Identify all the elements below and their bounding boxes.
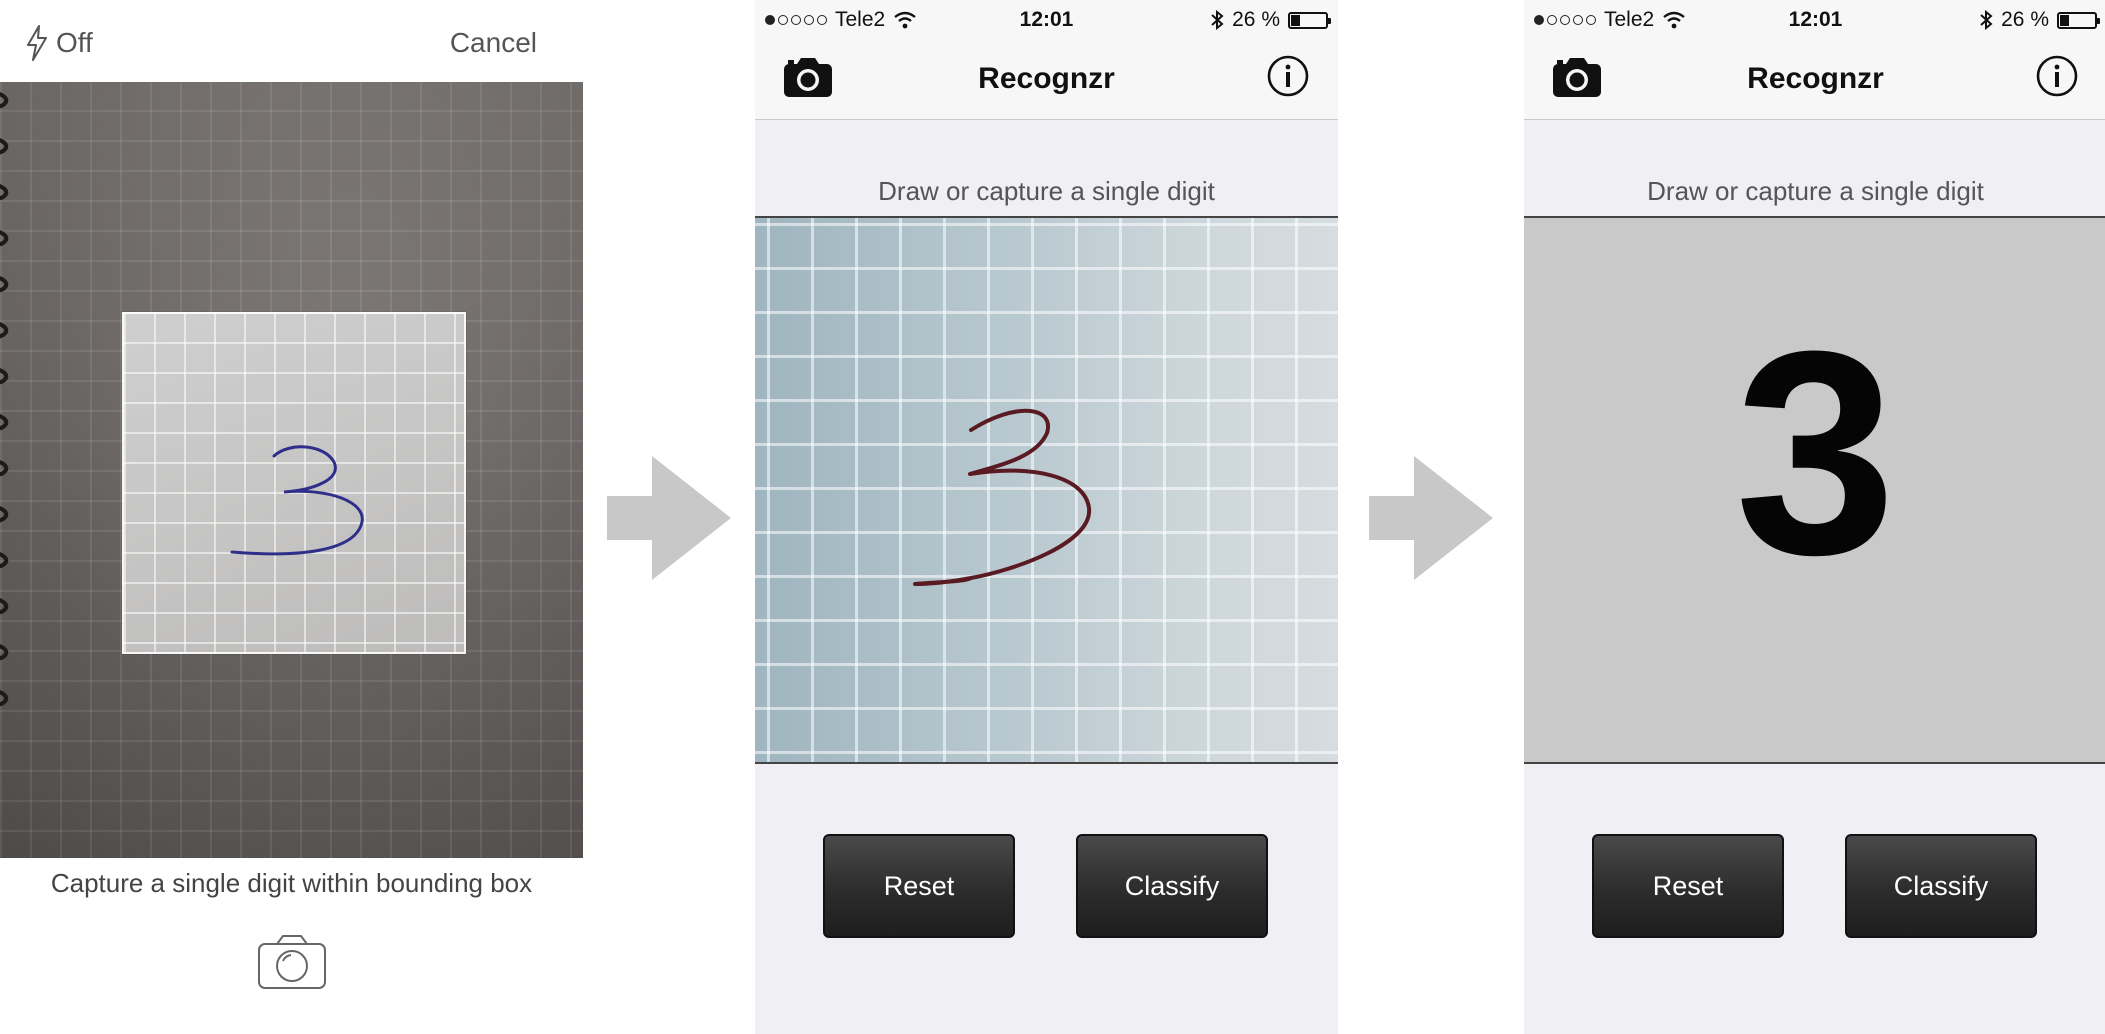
status-bar: Tele2 12:01 26 % (1524, 0, 2105, 40)
arrow-right-icon (607, 456, 731, 580)
drawing-canvas[interactable]: 3 (1524, 216, 2105, 764)
lightning-icon (27, 25, 47, 61)
instruction-text: Draw or capture a single digit (878, 176, 1215, 206)
battery-percent: 26 % (1232, 8, 1280, 31)
battery-icon (2057, 11, 2100, 29)
status-right: 26 % (1210, 8, 1331, 32)
classify-button[interactable]: Classify (1845, 834, 2037, 938)
capture-caption: Capture a single digit within bounding b… (50, 868, 533, 898)
reset-button[interactable]: Reset (1592, 834, 1784, 938)
app-title: Recognzr (1747, 62, 1884, 95)
camera-viewfinder (0, 82, 583, 858)
drawing-canvas[interactable] (755, 216, 1338, 764)
recognzr-screen-result: Tele2 12:01 26 % Recognzr Draw or captur… (1524, 0, 2105, 1034)
app-title: Recognzr (978, 62, 1115, 95)
cancel-button[interactable]: Cancel (450, 22, 537, 64)
instruction-text: Draw or capture a single digit (1647, 176, 1984, 206)
navigation-bar: Recognzr (1524, 40, 2105, 120)
bluetooth-icon (1211, 10, 1224, 30)
bounding-box (122, 312, 466, 654)
classified-digit: 3 (1734, 291, 1897, 615)
flash-label: Off (56, 27, 93, 58)
info-icon[interactable] (2035, 54, 2079, 98)
battery-icon (1288, 11, 1331, 29)
recognzr-screen-photo: Tele2 12:01 26 % Recognzr Draw or captur… (755, 0, 1338, 1034)
status-bar: Tele2 12:01 26 % (755, 0, 1338, 40)
battery-percent: 26 % (2001, 8, 2049, 31)
navigation-bar: Recognzr (755, 40, 1338, 120)
notebook-rings (0, 91, 9, 707)
classify-button[interactable]: Classify (1076, 834, 1268, 938)
reset-button[interactable]: Reset (823, 834, 1015, 938)
handwritten-digit-3 (230, 445, 364, 556)
status-right: 26 % (1979, 8, 2100, 32)
info-icon[interactable] (1266, 54, 1310, 98)
camera-shutter-icon[interactable] (257, 934, 327, 990)
bluetooth-icon (1980, 10, 1993, 30)
flash-toggle[interactable]: Off (26, 22, 93, 64)
handwritten-digit-3 (913, 408, 1092, 586)
arrow-right-icon (1369, 456, 1493, 580)
camera-capture-screen: Off Cancel Capture a single digit within… (0, 0, 583, 1034)
